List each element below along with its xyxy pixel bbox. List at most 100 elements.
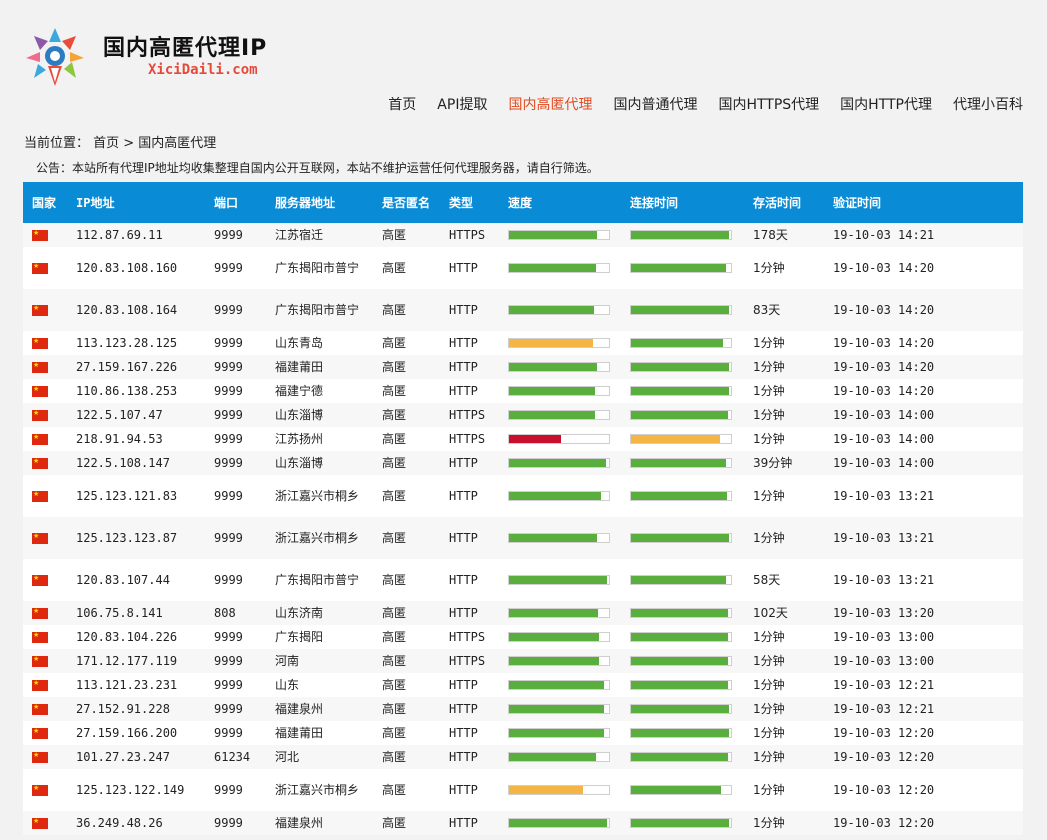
country-cell <box>23 517 67 559</box>
column-header-7[interactable]: 连接时间 <box>621 182 744 223</box>
speed-cell-bar-fill <box>509 492 601 500</box>
type-cell: HTTP <box>440 475 499 517</box>
connect-cell-bar <box>630 752 732 762</box>
port-cell: 9999 <box>205 427 266 451</box>
table-row[interactable]: 27.159.166.2009999福建莆田高匿HTTP 1分钟19-10-03 … <box>23 721 1023 745</box>
table-row[interactable]: 125.123.122.1499999浙江嘉兴市桐乡高匿HTTP 1分钟19-10… <box>23 769 1023 811</box>
table-row[interactable]: 106.75.8.141808山东济南高匿HTTP 102天19-10-03 13… <box>23 601 1023 625</box>
table-row[interactable]: 112.87.69.119999江苏宿迁高匿HTTPS 178天19-10-03 … <box>23 223 1023 247</box>
connect-cell-bar-fill <box>631 633 728 641</box>
location-cell: 浙江嘉兴市桐乡 <box>266 475 373 517</box>
port-cell: 9999 <box>205 649 266 673</box>
speed-cell-bar-fill <box>509 306 594 314</box>
nav-item-3[interactable]: 国内普通代理 <box>613 94 697 114</box>
anon-cell: 高匿 <box>373 673 440 697</box>
location-cell: 山东青岛 <box>266 331 373 355</box>
table-row[interactable]: 171.12.177.1199999河南高匿HTTPS 1分钟19-10-03 1… <box>23 649 1023 673</box>
connect-cell <box>621 247 744 289</box>
port-cell: 9999 <box>205 721 266 745</box>
table-row[interactable]: 122.5.107.479999山东淄博高匿HTTPS 1分钟19-10-03 1… <box>23 403 1023 427</box>
table-row[interactable]: 218.91.94.539999江苏扬州高匿HTTPS 1分钟19-10-03 1… <box>23 427 1023 451</box>
column-header-1[interactable]: IP地址 <box>67 182 205 223</box>
connect-cell-bar-fill <box>631 705 729 713</box>
table-row[interactable]: 122.5.108.1479999山东淄博高匿HTTP 39分钟19-10-03 … <box>23 451 1023 475</box>
country-cell <box>23 223 67 247</box>
connect-cell <box>621 403 744 427</box>
port-cell: 9999 <box>205 673 266 697</box>
column-header-0[interactable]: 国家 <box>23 182 67 223</box>
table-row[interactable]: 120.83.108.1649999广东揭阳市普宁高匿HTTP 83天19-10-… <box>23 289 1023 331</box>
country-cell <box>23 721 67 745</box>
ip-cell: 112.87.69.11 <box>67 223 205 247</box>
speed-cell-bar <box>508 818 610 828</box>
table-row[interactable]: 113.123.28.1259999山东青岛高匿HTTP 1分钟19-10-03 … <box>23 331 1023 355</box>
speed-cell <box>499 379 621 403</box>
nav-item-1[interactable]: API提取 <box>437 94 487 114</box>
site-title: 国内高匿代理IP <box>103 36 268 61</box>
column-header-4[interactable]: 是否匿名 <box>373 182 440 223</box>
table-row[interactable]: 27.159.167.2269999福建莆田高匿HTTP 1分钟19-10-03 … <box>23 355 1023 379</box>
type-cell: HTTPS <box>440 649 499 673</box>
column-header-3[interactable]: 服务器地址 <box>266 182 373 223</box>
column-header-2[interactable]: 端口 <box>205 182 266 223</box>
table-row[interactable]: 120.83.107.449999广东揭阳市普宁高匿HTTP 58天19-10-0… <box>23 559 1023 601</box>
connect-cell-bar-fill <box>631 534 729 542</box>
anon-cell: 高匿 <box>373 403 440 427</box>
column-header-6[interactable]: 速度 <box>499 182 621 223</box>
connect-cell <box>621 625 744 649</box>
table-row[interactable]: 36.249.48.269999福建泉州高匿HTTP 1分钟19-10-03 12… <box>23 811 1023 835</box>
speed-cell-bar <box>508 410 610 420</box>
country-cell <box>23 289 67 331</box>
nav-item-5[interactable]: 国内HTTP代理 <box>840 94 932 114</box>
column-header-8[interactable]: 存活时间 <box>744 182 824 223</box>
nav-item-0[interactable]: 首页 <box>388 94 416 114</box>
type-cell: HTTPS <box>440 223 499 247</box>
nav-item-4[interactable]: 国内HTTPS代理 <box>718 94 819 114</box>
site-logo-icon[interactable] <box>22 24 88 90</box>
type-cell: HTTP <box>440 673 499 697</box>
table-row[interactable]: 120.83.108.1609999广东揭阳市普宁高匿HTTP 1分钟19-10-… <box>23 247 1023 289</box>
port-cell: 9999 <box>205 289 266 331</box>
table-row[interactable]: 110.86.138.2539999福建宁德高匿HTTP 1分钟19-10-03 … <box>23 379 1023 403</box>
table-row[interactable]: 120.83.104.2269999广东揭阳高匿HTTPS 1分钟19-10-03… <box>23 625 1023 649</box>
connect-cell-bar <box>630 575 732 585</box>
connect-cell <box>621 769 744 811</box>
anon-cell: 高匿 <box>373 427 440 451</box>
connect-cell-bar <box>630 704 732 714</box>
speed-cell <box>499 475 621 517</box>
speed-cell-bar <box>508 338 610 348</box>
anon-cell: 高匿 <box>373 289 440 331</box>
ip-cell: 171.12.177.119 <box>67 649 205 673</box>
column-header-5[interactable]: 类型 <box>440 182 499 223</box>
anon-cell: 高匿 <box>373 811 440 835</box>
table-row[interactable]: 113.121.23.2319999山东高匿HTTP 1分钟19-10-03 12… <box>23 673 1023 697</box>
connect-cell <box>621 331 744 355</box>
column-header-9[interactable]: 验证时间 <box>824 182 1023 223</box>
table-row[interactable]: 27.152.91.2289999福建泉州高匿HTTP 1分钟19-10-03 1… <box>23 697 1023 721</box>
alive-cell: 1分钟 <box>744 427 824 451</box>
location-cell: 江苏扬州 <box>266 427 373 451</box>
country-cell <box>23 769 67 811</box>
ip-cell: 120.83.104.226 <box>67 625 205 649</box>
location-cell: 山东淄博 <box>266 403 373 427</box>
table-row[interactable]: 125.123.121.839999浙江嘉兴市桐乡高匿HTTP 1分钟19-10-… <box>23 475 1023 517</box>
speed-cell-bar-fill <box>509 753 596 761</box>
port-cell: 9999 <box>205 769 266 811</box>
type-cell: HTTP <box>440 451 499 475</box>
cn-flag-icon <box>32 359 48 373</box>
ip-cell: 27.152.91.228 <box>67 697 205 721</box>
speed-cell-bar <box>508 728 610 738</box>
nav-item-6[interactable]: 代理小百科 <box>953 94 1023 114</box>
location-cell: 广东揭阳 <box>266 625 373 649</box>
alive-cell: 1分钟 <box>744 673 824 697</box>
table-row[interactable]: 101.27.23.24761234河北高匿HTTP 1分钟19-10-03 12… <box>23 745 1023 769</box>
table-row[interactable]: 125.123.123.879999浙江嘉兴市桐乡高匿HTTP 1分钟19-10-… <box>23 517 1023 559</box>
location-cell: 浙江嘉兴市桐乡 <box>266 517 373 559</box>
site-domain[interactable]: XiciDaili.com <box>148 62 258 78</box>
cn-flag-icon <box>32 455 48 469</box>
nav-item-2[interactable]: 国内高匿代理 <box>508 94 592 114</box>
connect-cell-bar <box>630 386 732 396</box>
connect-cell <box>621 475 744 517</box>
speed-cell <box>499 355 621 379</box>
verified-cell: 19-10-03 14:20 <box>824 289 1023 331</box>
